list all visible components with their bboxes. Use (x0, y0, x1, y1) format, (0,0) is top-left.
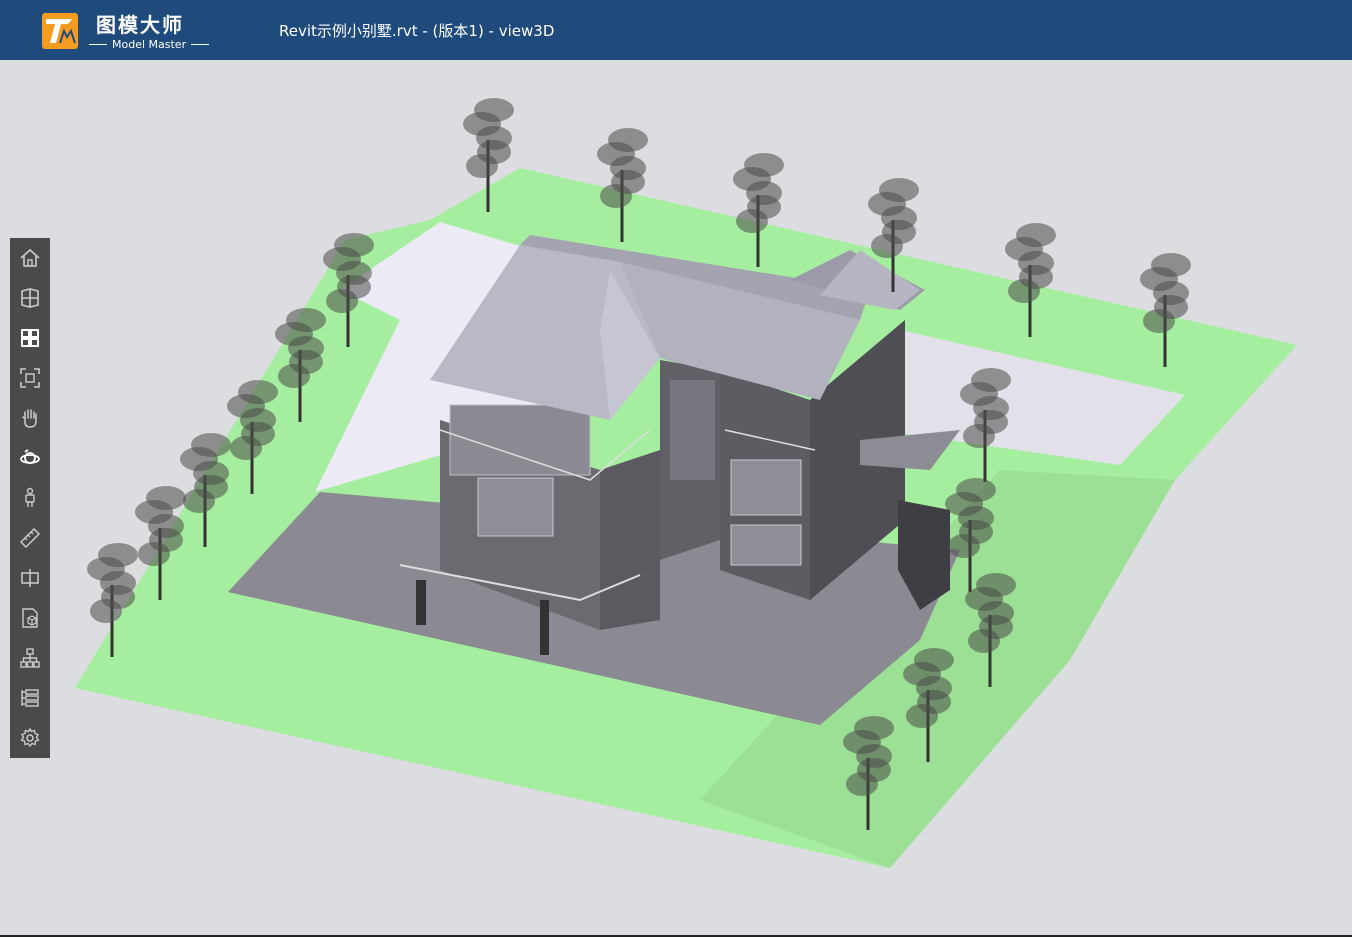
brand-name-en-text: Model Master (112, 38, 187, 51)
section-box-icon[interactable] (10, 558, 50, 598)
app-header: 图模大师 Model Master Revit示例小别墅.rvt - (版本1)… (0, 0, 1352, 60)
orbit-icon[interactable] (10, 438, 50, 478)
grid-views-icon[interactable] (10, 318, 50, 358)
document-title: Revit示例小别墅.rvt - (版本1) - view3D (279, 22, 555, 40)
measure-ruler-icon[interactable] (10, 518, 50, 558)
viewer-toolbar (10, 238, 50, 758)
brand-name-cn: 图模大师 (96, 13, 184, 37)
model-properties-icon[interactable] (10, 598, 50, 638)
walk-person-icon[interactable] (10, 478, 50, 518)
structure-tree-icon[interactable] (10, 638, 50, 678)
home-view-icon[interactable] (10, 238, 50, 278)
settings-gear-icon[interactable] (10, 718, 50, 758)
view-cube-icon[interactable] (10, 278, 50, 318)
list-icon[interactable] (10, 678, 50, 718)
brand-name-en: Model Master (84, 38, 214, 51)
model-master-logo-icon (42, 13, 78, 49)
model-scene[interactable] (0, 60, 1352, 936)
fit-frame-icon[interactable] (10, 358, 50, 398)
pan-hand-icon[interactable] (10, 398, 50, 438)
3d-viewport[interactable] (0, 60, 1352, 936)
